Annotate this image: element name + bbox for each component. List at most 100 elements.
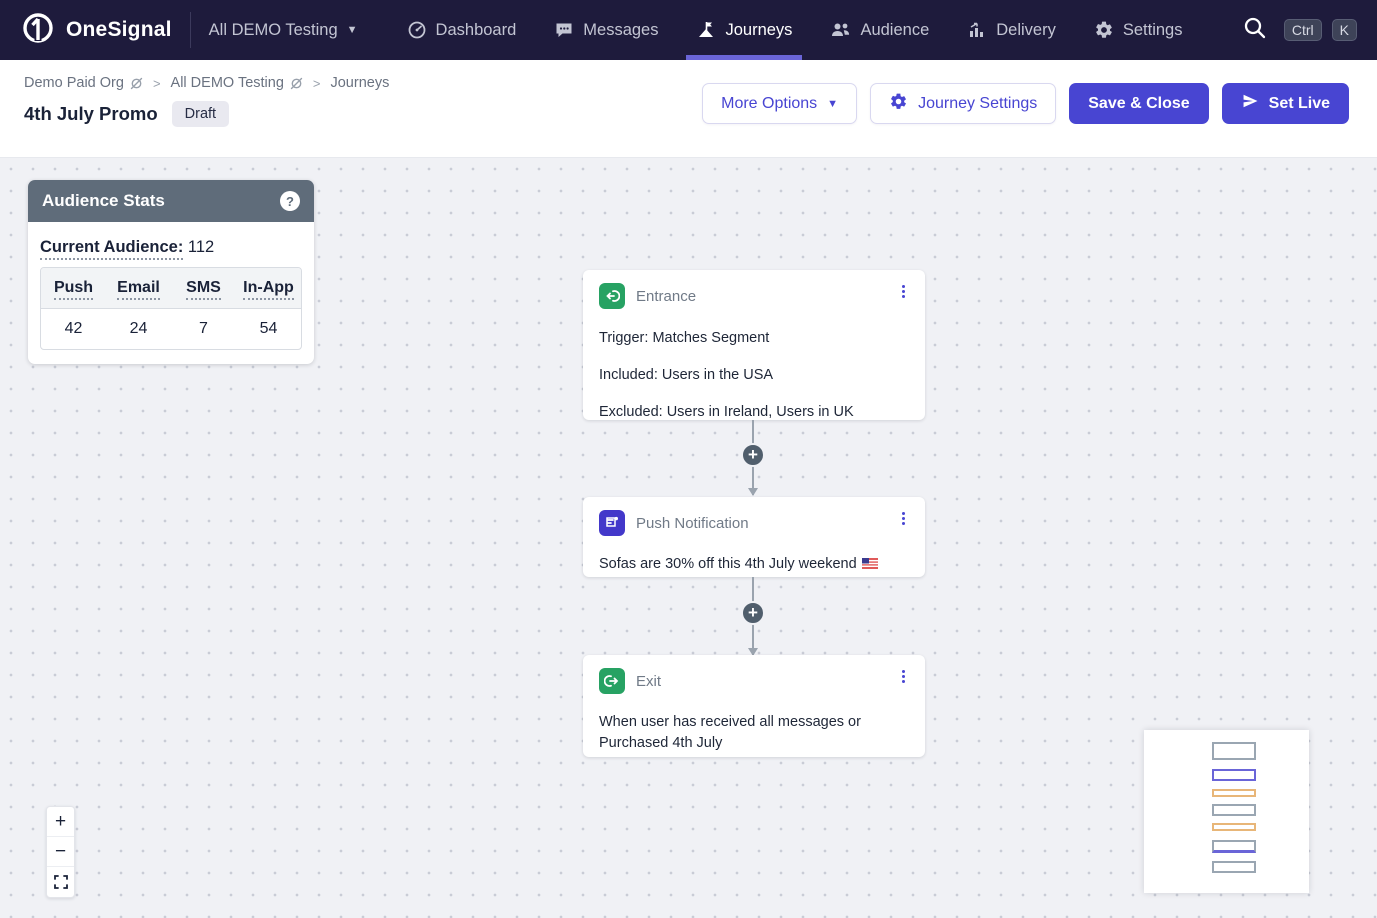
- kebab-menu-icon[interactable]: [898, 668, 909, 685]
- app-switcher[interactable]: All DEMO Testing ▼: [209, 21, 358, 40]
- val-sms: 7: [171, 309, 236, 349]
- page-header-left: Demo Paid Org > All DEMO Testing > Journ…: [24, 75, 389, 127]
- breadcrumb-label: Demo Paid Org: [24, 75, 124, 91]
- kebab-menu-icon[interactable]: [898, 283, 909, 300]
- current-audience-label: Current Audience:: [40, 238, 183, 260]
- breadcrumb-label: Journeys: [330, 75, 389, 91]
- page-header: Demo Paid Org > All DEMO Testing > Journ…: [0, 60, 1377, 158]
- us-flag-icon: [862, 555, 878, 576]
- entrance-login-icon: [599, 283, 625, 309]
- canvas-zoom-controls: + −: [46, 806, 75, 898]
- breadcrumb-label: All DEMO Testing: [171, 75, 284, 91]
- chart-icon: [967, 20, 987, 40]
- minimap-node: [1212, 769, 1256, 781]
- breadcrumb-separator: >: [153, 76, 161, 91]
- fit-view-button[interactable]: [47, 867, 74, 897]
- channel-stats-table: Push Email SMS In-App 42 24 7 54: [40, 267, 302, 350]
- nav-item-messages[interactable]: Messages: [554, 0, 658, 60]
- breadcrumb-app[interactable]: All DEMO Testing: [171, 75, 303, 91]
- audience-stats-panel: Audience Stats ? Current Audience: 112 P…: [28, 180, 314, 364]
- arrow-down-icon: [748, 488, 758, 496]
- push-notification-node[interactable]: Push Notification Sofas are 30% off this…: [583, 497, 925, 577]
- title-row: 4th July Promo Draft: [24, 101, 389, 127]
- exit-node-title: Exit: [636, 673, 661, 690]
- breadcrumb-org[interactable]: Demo Paid Org: [24, 75, 143, 91]
- people-icon: [830, 20, 851, 40]
- add-step-button[interactable]: +: [741, 601, 765, 625]
- audience-stats-header: Audience Stats ?: [28, 180, 314, 222]
- entrance-node-title: Entrance: [636, 288, 696, 305]
- entrance-excluded-line: Excluded: Users in Ireland, Users in UK: [599, 404, 909, 420]
- push-message: Sofas are 30% off this 4th July weekend: [599, 554, 909, 576]
- shortcut-ctrl-key: Ctrl: [1284, 19, 1322, 41]
- nav-label: Delivery: [996, 21, 1056, 40]
- shortcut-k-key: K: [1332, 19, 1357, 41]
- push-node-title: Push Notification: [636, 515, 749, 532]
- app-switcher-label: All DEMO Testing: [209, 21, 338, 40]
- minimap-node: [1212, 823, 1256, 831]
- minimap-node: [1212, 840, 1256, 853]
- save-close-label: Save & Close: [1088, 95, 1189, 113]
- journey-canvas[interactable]: Audience Stats ? Current Audience: 112 P…: [0, 158, 1377, 918]
- minimap-node: [1212, 742, 1256, 760]
- exit-node[interactable]: Exit When user has received all messages…: [583, 655, 925, 757]
- more-options-button[interactable]: More Options ▼: [702, 83, 857, 124]
- status-badge: Draft: [172, 101, 229, 127]
- nav-item-journeys[interactable]: Journeys: [696, 0, 792, 60]
- current-audience: Current Audience: 112: [40, 234, 302, 267]
- fullscreen-icon: [54, 875, 68, 889]
- chevron-down-icon: ▼: [347, 24, 358, 36]
- add-step-button[interactable]: +: [741, 443, 765, 467]
- audience-stats-title: Audience Stats: [42, 191, 165, 211]
- nav-item-audience[interactable]: Audience: [830, 0, 929, 60]
- page-title: 4th July Promo: [24, 103, 158, 125]
- toolbar: More Options ▼ Journey Settings Save & C…: [702, 83, 1349, 124]
- minimap-node: [1212, 861, 1256, 873]
- channel-values-row: 42 24 7 54: [41, 309, 301, 349]
- set-live-label: Set Live: [1269, 95, 1330, 113]
- nav-label: Settings: [1123, 21, 1183, 40]
- col-sms: SMS: [171, 268, 236, 308]
- save-close-button[interactable]: Save & Close: [1069, 83, 1208, 124]
- brand[interactable]: OneSignal: [20, 10, 172, 51]
- audience-stats-body: Current Audience: 112 Push Email SMS In-…: [28, 222, 314, 364]
- val-push: 42: [41, 309, 106, 349]
- navbar-right: Ctrl K: [1242, 15, 1357, 46]
- canvas-minimap[interactable]: [1144, 730, 1309, 893]
- kebab-menu-icon[interactable]: [898, 510, 909, 527]
- nav-item-settings[interactable]: Settings: [1094, 0, 1183, 60]
- set-live-button[interactable]: Set Live: [1222, 83, 1349, 124]
- val-email: 24: [106, 309, 171, 349]
- search-icon[interactable]: [1242, 15, 1268, 46]
- milestone-flag-icon: [696, 20, 716, 40]
- nav-label: Messages: [583, 21, 658, 40]
- breadcrumb-journeys[interactable]: Journeys: [330, 75, 389, 91]
- entrance-node[interactable]: Entrance Trigger: Matches Segment Includ…: [583, 270, 925, 420]
- zoom-in-button[interactable]: +: [47, 807, 74, 837]
- chevron-down-icon: ▼: [827, 98, 838, 110]
- minimap-node: [1212, 789, 1256, 797]
- link-icon: [130, 77, 143, 90]
- zoom-out-button[interactable]: −: [47, 837, 74, 867]
- channel-header-row: Push Email SMS In-App: [41, 268, 301, 309]
- send-icon: [1241, 92, 1259, 115]
- nav-label: Dashboard: [436, 21, 517, 40]
- nav-label: Audience: [860, 21, 929, 40]
- navbar-divider: [190, 12, 191, 48]
- onesignal-logo-icon: [20, 10, 56, 51]
- col-email: Email: [106, 268, 171, 308]
- help-icon[interactable]: ?: [280, 191, 300, 211]
- nav-label: Journeys: [725, 21, 792, 40]
- journey-settings-button[interactable]: Journey Settings: [870, 83, 1056, 124]
- current-audience-value: 112: [188, 238, 214, 256]
- journey-settings-label: Journey Settings: [918, 95, 1037, 113]
- breadcrumb-separator: >: [313, 76, 321, 91]
- nav-item-delivery[interactable]: Delivery: [967, 0, 1056, 60]
- link-icon: [290, 77, 303, 90]
- exit-message: When user has received all messages or P…: [599, 712, 899, 754]
- exit-node-header: Exit: [599, 668, 909, 694]
- top-navbar: OneSignal All DEMO Testing ▼ Dashboard: [0, 0, 1377, 60]
- col-push: Push: [41, 268, 106, 308]
- nav-item-dashboard[interactable]: Dashboard: [407, 0, 517, 60]
- val-inapp: 54: [236, 309, 301, 349]
